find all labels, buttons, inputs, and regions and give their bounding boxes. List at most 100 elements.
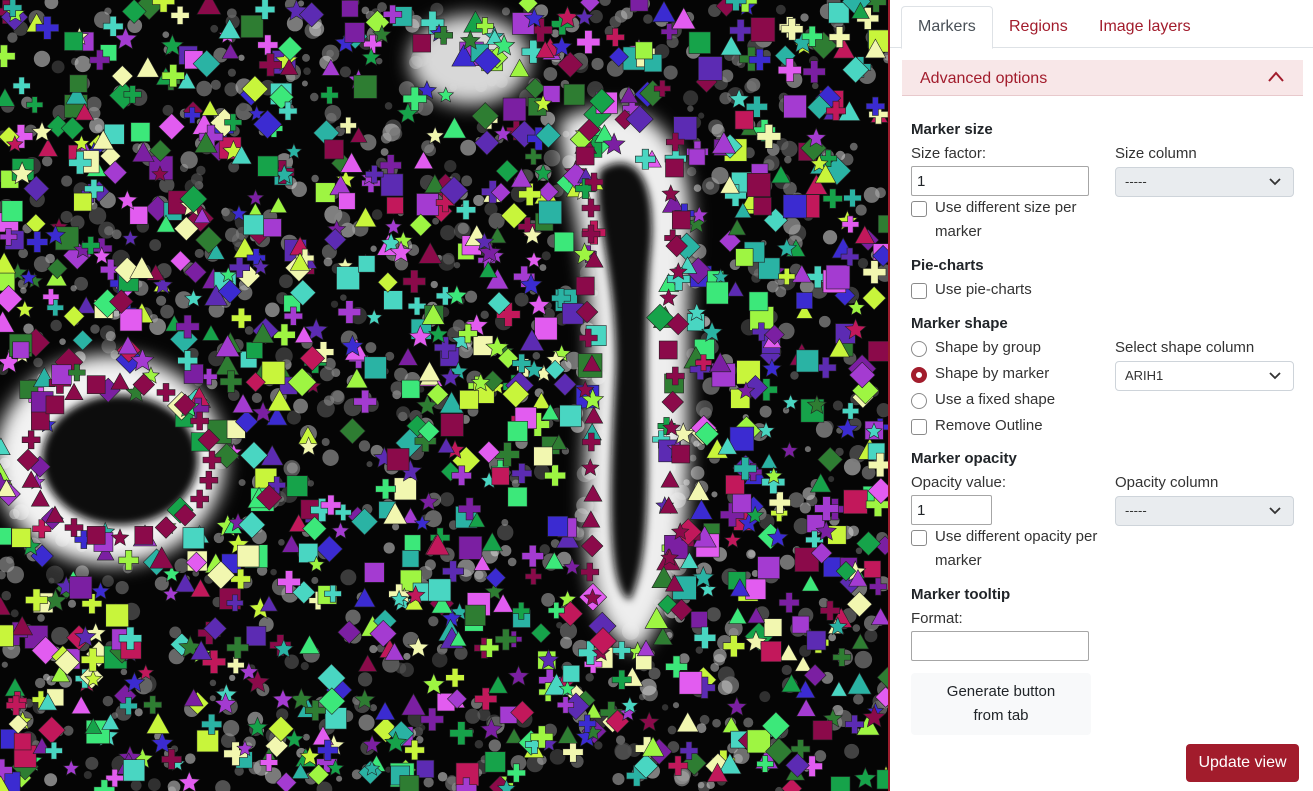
marker-tooltip-title: Marker tooltip xyxy=(911,586,1011,603)
triangle-marker xyxy=(651,0,677,23)
square-marker xyxy=(105,603,129,628)
square-marker xyxy=(538,200,562,225)
opacity-value-input[interactable] xyxy=(911,495,992,525)
shape-by-group-radio[interactable] xyxy=(911,341,927,357)
square-marker xyxy=(863,560,882,578)
generate-button-from-tab[interactable]: Generate button from tab xyxy=(911,673,1091,735)
shape-column-value: ARIH1 xyxy=(1125,368,1164,383)
square-marker xyxy=(386,196,404,215)
square-marker xyxy=(364,356,387,380)
image-viewer[interactable] xyxy=(0,0,888,791)
square-marker xyxy=(11,527,32,548)
triangle-marker xyxy=(830,680,848,697)
square-marker xyxy=(678,671,703,695)
diamond-marker xyxy=(60,116,85,141)
star-marker xyxy=(177,770,201,791)
square-marker xyxy=(760,641,782,663)
fixed-shape-radio[interactable] xyxy=(911,393,927,409)
square-marker xyxy=(534,317,558,341)
cross-marker xyxy=(226,636,249,659)
star-marker xyxy=(723,531,742,548)
pie-charts-label: Use pie-charts xyxy=(935,281,1032,298)
advanced-options-header[interactable]: Advanced options xyxy=(902,60,1303,96)
cross-marker xyxy=(407,296,427,316)
cross-marker xyxy=(729,19,752,42)
different-opacity-checkbox[interactable] xyxy=(911,530,927,546)
remove-outline-checkbox[interactable] xyxy=(911,419,927,435)
size-column-select[interactable]: ----- xyxy=(1115,167,1294,197)
square-marker xyxy=(795,292,813,310)
square-marker xyxy=(399,775,420,791)
square-marker xyxy=(341,0,359,18)
different-size-checkbox[interactable] xyxy=(911,201,927,217)
square-marker xyxy=(404,534,421,552)
triangle-marker xyxy=(418,242,443,264)
shape-by-marker-label: Shape by marker xyxy=(935,365,1050,382)
triangle-marker xyxy=(358,654,378,672)
star-marker xyxy=(62,759,80,776)
square-marker xyxy=(86,375,106,394)
remove-outline-label: Remove Outline xyxy=(935,417,1043,434)
cross-marker xyxy=(576,30,601,54)
diamond-marker xyxy=(377,271,399,293)
tissue-image-with-markers[interactable] xyxy=(0,0,888,791)
star-marker xyxy=(782,393,800,411)
square-marker xyxy=(688,148,706,166)
tooltip-format-input[interactable] xyxy=(911,631,1089,661)
triangle-marker xyxy=(727,218,747,236)
cross-marker xyxy=(843,188,862,208)
square-marker xyxy=(69,74,88,93)
opacity-column-select[interactable]: ----- xyxy=(1115,496,1294,526)
triangle-marker xyxy=(796,698,817,717)
square-marker xyxy=(412,33,431,53)
square-marker xyxy=(757,556,781,579)
square-marker xyxy=(13,732,32,751)
triangle-marker xyxy=(70,695,92,715)
square-marker xyxy=(73,192,92,212)
square-marker xyxy=(338,192,356,210)
triangle-marker xyxy=(437,437,455,453)
square-marker xyxy=(380,173,404,197)
square-marker xyxy=(261,361,286,385)
square-marker xyxy=(748,291,769,312)
diamond-marker xyxy=(315,535,343,563)
triangle-marker xyxy=(0,87,16,107)
square-marker xyxy=(830,776,851,791)
square-marker xyxy=(753,197,772,216)
square-marker xyxy=(671,444,691,464)
shape-by-marker-radio[interactable] xyxy=(911,367,927,383)
square-marker xyxy=(698,56,723,81)
shape-column-select[interactable]: ARIH1 xyxy=(1115,361,1294,391)
square-marker xyxy=(45,395,65,415)
square-marker xyxy=(458,536,483,560)
star-marker xyxy=(422,672,446,695)
triangle-marker xyxy=(201,99,219,116)
pie-charts-checkbox[interactable] xyxy=(911,283,927,299)
square-marker xyxy=(575,146,595,166)
square-marker xyxy=(416,759,435,778)
triangle-marker xyxy=(136,56,160,78)
different-opacity-label: Use different opacity per marker xyxy=(935,528,1098,569)
square-marker xyxy=(134,526,154,545)
star-marker xyxy=(246,188,265,206)
square-marker xyxy=(563,83,586,106)
square-marker xyxy=(559,404,582,428)
tab-regions[interactable]: Regions xyxy=(993,6,1084,48)
square-marker xyxy=(484,751,506,773)
tab-markers[interactable]: Markers xyxy=(901,6,993,49)
tab-image-layers[interactable]: Image layers xyxy=(1083,6,1207,48)
chevron-down-icon xyxy=(1269,507,1281,515)
marker-size-title: Marker size xyxy=(911,121,993,138)
square-marker xyxy=(690,611,708,629)
cross-marker xyxy=(445,668,465,688)
square-marker xyxy=(64,31,84,51)
star-marker xyxy=(638,711,660,732)
update-view-button[interactable]: Update view xyxy=(1186,744,1299,782)
triangle-marker xyxy=(145,712,171,734)
diamond-marker xyxy=(471,102,500,130)
size-factor-input[interactable] xyxy=(911,166,1089,196)
square-marker xyxy=(812,720,833,741)
square-marker xyxy=(459,390,479,410)
chevron-up-icon xyxy=(1268,71,1284,82)
cross-marker xyxy=(26,231,48,253)
